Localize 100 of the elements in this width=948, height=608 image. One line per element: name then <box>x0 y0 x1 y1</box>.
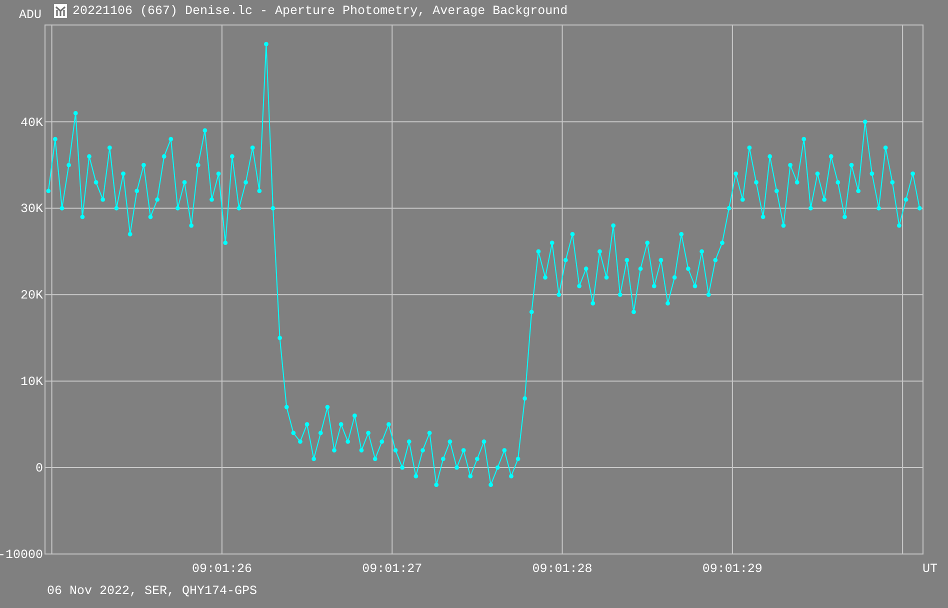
tick-label: 09:01:27 <box>362 562 422 576</box>
data-point <box>182 180 187 185</box>
data-point <box>740 197 745 202</box>
data-point <box>366 430 370 436</box>
data-point <box>114 206 119 210</box>
data-point <box>509 474 514 478</box>
data-point <box>475 456 480 462</box>
data-point <box>556 292 562 297</box>
data-point <box>550 240 554 246</box>
data-point <box>461 448 466 452</box>
data-point <box>788 162 792 168</box>
data-point <box>522 396 528 401</box>
data-point <box>686 266 690 271</box>
data-point <box>318 430 323 436</box>
data-point <box>121 171 126 176</box>
data-point <box>393 448 398 452</box>
data-point <box>107 146 112 150</box>
data-point <box>352 414 357 418</box>
data-point <box>713 258 718 262</box>
data-point <box>760 214 766 220</box>
data-point <box>468 474 473 478</box>
data-point <box>284 404 289 410</box>
data-point <box>822 197 826 202</box>
data-point <box>134 188 140 194</box>
data-point <box>155 197 160 202</box>
data-point <box>598 249 602 254</box>
data-point <box>700 249 704 254</box>
data-point <box>794 180 800 185</box>
data-point <box>638 266 643 271</box>
data-point <box>502 448 507 452</box>
data-point <box>128 232 132 236</box>
data-point <box>611 223 616 228</box>
data-point <box>658 258 664 262</box>
data-point <box>100 197 106 202</box>
data-point <box>808 206 813 210</box>
data-point <box>679 232 684 236</box>
tick-label: 09:01:29 <box>702 562 762 576</box>
data-point <box>94 180 98 185</box>
data-point <box>454 465 459 470</box>
data-point <box>87 154 92 159</box>
data-point <box>250 146 255 150</box>
data-point <box>563 258 568 262</box>
data-point <box>338 422 344 427</box>
data-point <box>836 180 840 185</box>
data-point <box>876 206 881 210</box>
data-point <box>230 154 234 159</box>
data-point <box>815 171 820 176</box>
data-point <box>529 310 534 314</box>
data-point <box>257 188 262 194</box>
data-point <box>80 214 85 220</box>
data-point <box>244 180 248 185</box>
data-point <box>543 275 548 280</box>
data-point <box>754 180 758 185</box>
data-point <box>196 162 200 168</box>
data-point <box>802 136 806 142</box>
data-point <box>400 465 405 470</box>
data-point <box>516 456 520 462</box>
data-point <box>862 120 868 124</box>
data-point <box>774 188 779 194</box>
data-point <box>414 474 418 478</box>
data-point <box>720 240 724 246</box>
data-point <box>162 154 166 159</box>
tick-label: -10000 <box>0 548 43 562</box>
data-point <box>672 275 677 280</box>
data-point <box>870 171 874 176</box>
data-point <box>488 482 493 488</box>
data-point <box>666 301 670 306</box>
data-point <box>278 336 282 340</box>
data-point <box>577 284 582 288</box>
window-title: 20221106 (667) Denise.lc - Aperture Photometry, Average Background <box>72 3 568 18</box>
data-point <box>148 214 153 220</box>
data-point <box>427 430 432 436</box>
data-point <box>380 439 384 444</box>
tick-label: 20K <box>20 288 43 303</box>
data-point <box>236 206 242 210</box>
data-point <box>176 206 180 210</box>
data-point <box>270 206 276 210</box>
data-point <box>632 310 636 314</box>
data-point <box>768 154 772 159</box>
data-point <box>312 456 316 462</box>
data-point <box>828 154 834 159</box>
data-point <box>849 162 854 168</box>
data-point <box>482 439 486 444</box>
data-point <box>781 223 786 228</box>
data-point <box>590 301 596 306</box>
data-point <box>618 292 622 297</box>
tick-label: 0 <box>35 462 43 476</box>
app-icon <box>54 4 67 18</box>
data-point <box>202 128 208 133</box>
data-point <box>346 439 350 444</box>
data-point <box>584 266 588 271</box>
data-point <box>304 422 310 427</box>
data-point <box>904 197 908 202</box>
tick-label: 09:01:26 <box>192 562 252 576</box>
data-point <box>692 284 698 288</box>
axis-label: ADU <box>18 7 42 22</box>
tick-label: 30K <box>20 202 43 216</box>
data-point <box>291 430 296 436</box>
data-point <box>440 456 446 462</box>
data-point <box>726 206 732 210</box>
